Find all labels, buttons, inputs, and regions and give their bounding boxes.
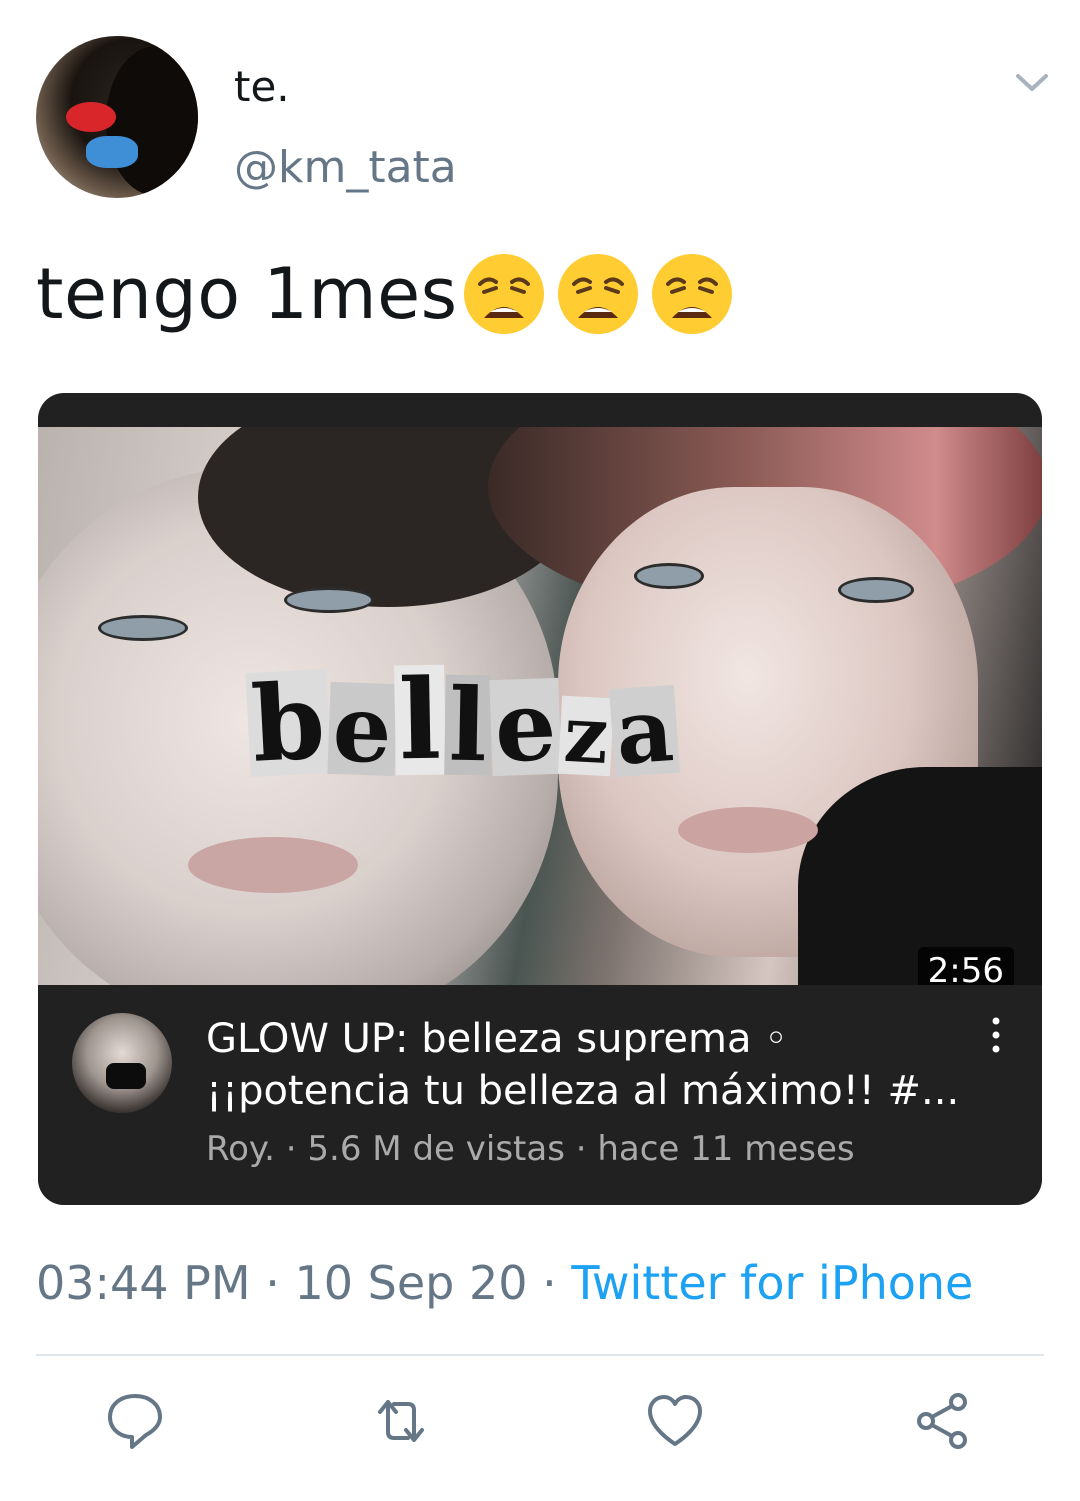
separator: · bbox=[274, 1129, 308, 1169]
tweet-text: tengo 1mes bbox=[36, 252, 734, 336]
channel-name[interactable]: Roy. bbox=[206, 1129, 275, 1169]
divider bbox=[36, 1354, 1044, 1356]
user-avatar[interactable] bbox=[36, 36, 198, 198]
more-options-icon[interactable] bbox=[986, 1015, 1006, 1055]
tweet-body: tengo 1mes bbox=[36, 253, 458, 335]
channel-avatar-mask bbox=[106, 1063, 146, 1089]
share-icon[interactable] bbox=[912, 1390, 974, 1452]
separator: · bbox=[564, 1129, 598, 1169]
video-thumbnail[interactable]: b e l l e z a 2:56 bbox=[38, 427, 1042, 985]
display-name[interactable]: te. bbox=[234, 62, 290, 111]
tweet-source-link[interactable]: Twitter for iPhone bbox=[571, 1256, 973, 1310]
thumbnail-title-cutout: b e l l e z a bbox=[245, 655, 681, 786]
thumbnail-eye bbox=[838, 577, 914, 603]
cutout-letter: l bbox=[394, 655, 447, 784]
thumbnail-eye bbox=[284, 587, 374, 613]
thumbnail-lips-right bbox=[678, 807, 818, 853]
video-subtitle: Roy. · 5.6 M de vistas · hace 11 meses bbox=[206, 1129, 855, 1169]
retweet-icon[interactable] bbox=[370, 1390, 432, 1452]
tweet-timestamp: 03:44 PM · 10 Sep 20 · Twitter for iPhon… bbox=[36, 1256, 973, 1310]
cutout-letter: a bbox=[609, 677, 681, 785]
upload-age: hace 11 meses bbox=[597, 1129, 855, 1169]
like-icon[interactable] bbox=[644, 1390, 706, 1452]
separator: · bbox=[527, 1256, 572, 1310]
view-count: 5.6 M de vistas bbox=[307, 1129, 565, 1169]
video-title[interactable]: GLOW UP: belleza suprema ◦ ¡¡potencia tu… bbox=[206, 1013, 966, 1117]
weary-face-icon bbox=[463, 254, 544, 334]
cutout-letter: b bbox=[245, 659, 332, 786]
reply-icon[interactable] bbox=[104, 1390, 166, 1452]
thumbnail-eye bbox=[634, 563, 704, 589]
cutout-letter: e bbox=[327, 674, 397, 784]
cutout-letter: z bbox=[558, 689, 615, 782]
video-card[interactable]: b e l l e z a 2:56 GLOW UP: belleza supr… bbox=[38, 393, 1042, 1205]
tweet-date: 10 Sep 20 bbox=[294, 1256, 528, 1310]
weary-face-icon bbox=[651, 254, 732, 334]
weary-face-icon bbox=[557, 254, 638, 334]
video-meta[interactable]: GLOW UP: belleza suprema ◦ ¡¡potencia tu… bbox=[38, 985, 1042, 1205]
action-bar bbox=[0, 1388, 1080, 1458]
cutout-letter: e bbox=[489, 669, 562, 784]
video-duration-badge: 2:56 bbox=[917, 947, 1014, 985]
thumbnail-eye bbox=[98, 615, 188, 641]
avatar-toy-blue bbox=[86, 136, 138, 168]
tweet-time: 03:44 PM bbox=[36, 1256, 251, 1310]
user-handle[interactable]: @km_tata bbox=[234, 142, 457, 193]
channel-avatar[interactable] bbox=[72, 1013, 172, 1113]
cutout-letter: l bbox=[444, 666, 492, 784]
avatar-toy-red bbox=[66, 102, 116, 132]
separator: · bbox=[250, 1256, 295, 1310]
chevron-down-icon[interactable] bbox=[1012, 62, 1052, 102]
thumbnail-lips-left bbox=[188, 837, 358, 893]
avatar-dog bbox=[106, 46, 198, 196]
